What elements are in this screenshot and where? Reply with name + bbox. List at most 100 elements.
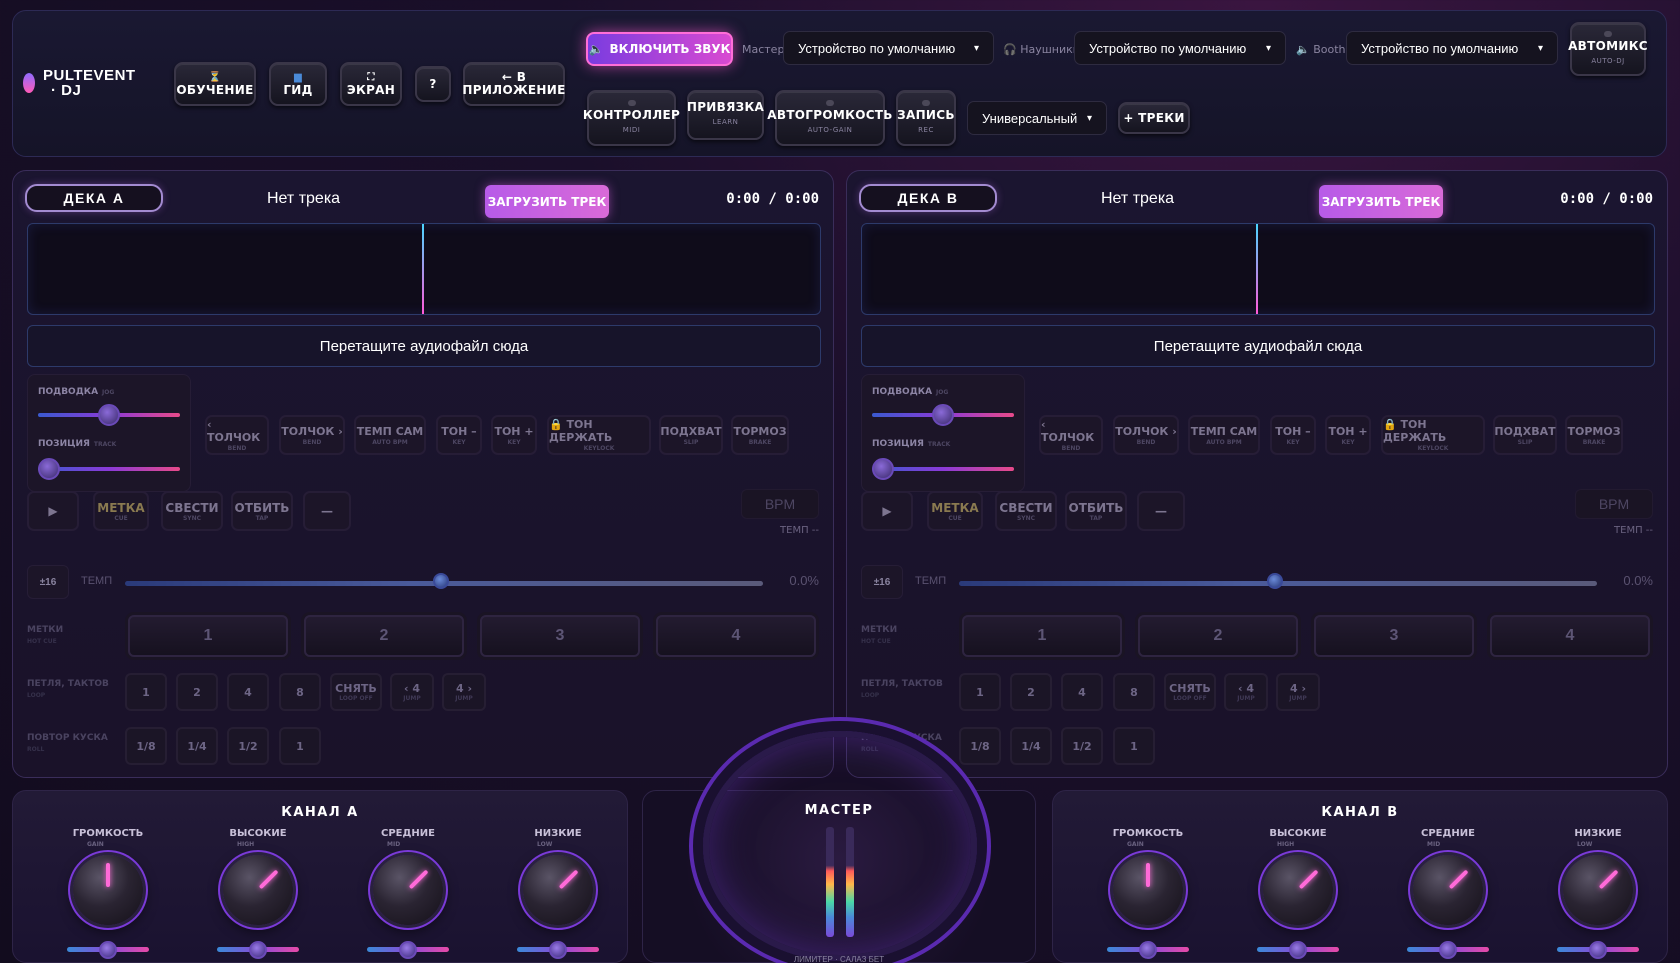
tempo-handle[interactable] [1267,573,1283,589]
high-eq-knob[interactable] [1263,855,1333,925]
brake-button[interactable]: ТОРМОЗ BRAKE [1565,415,1623,455]
roll-1-4[interactable]: 1/4 [1010,727,1052,765]
tap-button[interactable]: ОТБИТЬ TAP [1065,491,1127,531]
load-track-button[interactable]: ЗАГРУЗИТЬ ТРЕК [485,185,609,218]
mid-slider-handle[interactable] [399,941,417,959]
roll-1[interactable]: 1 [279,727,321,765]
loop-off-button[interactable]: СНЯТЬ LOOP OFF [1164,673,1216,711]
jump-forward-button[interactable]: 4 › JUMP [442,673,486,711]
sync-button[interactable]: СВЕСТИ SYNC [995,491,1057,531]
roll-1[interactable]: 1 [1113,727,1155,765]
hotcue-4[interactable]: 4 [1490,615,1650,657]
jump-back-button[interactable]: ‹ 4 JUMP [1224,673,1268,711]
jump-forward-button[interactable]: 4 › JUMP [1276,673,1320,711]
headphones-device-select[interactable]: Устройство по умолчанию ▾ [1074,31,1286,65]
jog-slider[interactable] [38,404,180,426]
gain-slider-handle[interactable] [99,941,117,959]
loop-1[interactable]: 1 [959,673,1001,711]
jog-slider[interactable] [872,404,1014,426]
hotcue-4[interactable]: 4 [656,615,816,657]
empty-slot-button[interactable]: — [303,491,351,531]
midi-learn-button[interactable]: ПРИВЯЗКА LEARN [687,90,764,140]
jump-back-button[interactable]: ‹ 4 JUMP [390,673,434,711]
guide-button[interactable]: ▆ ГИД [269,62,327,106]
gain-slider-handle[interactable] [1139,941,1157,959]
hotcue-3[interactable]: 3 [480,615,640,657]
mid-eq-knob[interactable] [1413,855,1483,925]
play-button[interactable]: ▶ [861,491,913,531]
position-handle[interactable] [38,458,60,480]
booth-device-select[interactable]: Устройство по умолчанию ▾ [1346,31,1558,65]
bend-up-button[interactable]: ТОЛЧОК › BEND [1113,415,1179,455]
bend-up-button[interactable]: ТОЛЧОК › BEND [279,415,345,455]
hotcue-2[interactable]: 2 [1138,615,1298,657]
tempo-range-button[interactable]: ±16 [861,565,903,599]
master-device-select[interactable]: Устройство по умолчанию ▾ [783,31,994,65]
controller-mapping-select[interactable]: Универсальный ▾ [967,101,1107,135]
hotcue-1[interactable]: 1 [962,615,1122,657]
enable-sound-button[interactable]: 🔈 ВКЛЮЧИТЬ ЗВУК [586,32,733,66]
controller-button[interactable]: КОНТРОЛЛЕР MIDI [583,90,680,146]
position-slider[interactable] [38,458,180,480]
play-button[interactable]: ▶ [27,491,79,531]
automix-button[interactable]: АВТОМИКС AUTO-DJ [1568,22,1648,76]
loop-2[interactable]: 2 [1010,673,1052,711]
fullscreen-button[interactable]: ⛶ ЭКРАН [340,62,402,106]
key-down-button[interactable]: ТОН – KEY [436,415,482,455]
bend-down-button[interactable]: ‹ ТОЛЧОК BEND [205,415,269,455]
loop-8[interactable]: 8 [279,673,321,711]
loop-4[interactable]: 4 [1061,673,1103,711]
key-up-button[interactable]: ТОН + KEY [491,415,537,455]
high-slider-handle[interactable] [249,941,267,959]
tempo-range-button[interactable]: ±16 [27,565,69,599]
loop-2[interactable]: 2 [176,673,218,711]
auto-bpm-button[interactable]: ТЕМП САМ AUTO BPM [354,415,426,455]
tap-button[interactable]: ОТБИТЬ TAP [231,491,293,531]
add-tracks-button[interactable]: + ТРЕКИ [1118,102,1190,134]
tutorial-button[interactable]: ⏳ ОБУЧЕНИЕ [174,62,256,106]
brake-button[interactable]: ТОРМОЗ BRAKE [731,415,789,455]
gain-knob[interactable] [1113,855,1183,925]
auto-bpm-button[interactable]: ТЕМП САМ AUTO BPM [1188,415,1260,455]
low-slider-handle[interactable] [549,941,567,959]
loop-4[interactable]: 4 [227,673,269,711]
gain-knob[interactable] [73,855,143,925]
roll-1-4[interactable]: 1/4 [176,727,218,765]
key-down-button[interactable]: ТОН – KEY [1270,415,1316,455]
slip-button[interactable]: ПОДХВАТ SLIP [659,415,723,455]
roll-1-2[interactable]: 1/2 [227,727,269,765]
roll-1-2[interactable]: 1/2 [1061,727,1103,765]
waveform[interactable] [27,223,821,315]
drop-zone[interactable]: Перетащите аудиофайл сюда [861,325,1655,367]
position-handle[interactable] [872,458,894,480]
cue-button[interactable]: МЕТКА CUE [927,491,983,531]
bend-down-button[interactable]: ‹ ТОЛЧОК BEND [1039,415,1103,455]
tempo-handle[interactable] [433,573,449,589]
low-eq-knob[interactable] [523,855,593,925]
jog-handle[interactable] [932,404,954,426]
keylock-button[interactable]: 🔒 ТОН ДЕРЖАТЬ KEYLOCK [1381,415,1485,455]
drop-zone[interactable]: Перетащите аудиофайл сюда [27,325,821,367]
roll-1-8[interactable]: 1/8 [125,727,167,765]
jog-handle[interactable] [98,404,120,426]
low-slider-handle[interactable] [1589,941,1607,959]
loop-1[interactable]: 1 [125,673,167,711]
position-slider[interactable] [872,458,1014,480]
waveform[interactable] [861,223,1655,315]
hotcue-1[interactable]: 1 [128,615,288,657]
loop-off-button[interactable]: СНЯТЬ LOOP OFF [330,673,382,711]
auto-gain-button[interactable]: АВТОГРОМКОСТЬ AUTO-GAIN [767,90,892,146]
loop-8[interactable]: 8 [1113,673,1155,711]
back-to-app-button[interactable]: ← В ПРИЛОЖЕНИЕ [462,62,565,106]
mid-eq-knob[interactable] [373,855,443,925]
load-track-button[interactable]: ЗАГРУЗИТЬ ТРЕК [1319,185,1443,218]
record-button[interactable]: ЗАПИСЬ REC [896,90,956,146]
key-up-button[interactable]: ТОН + KEY [1325,415,1371,455]
high-slider-handle[interactable] [1289,941,1307,959]
sync-button[interactable]: СВЕСТИ SYNC [161,491,223,531]
roll-1-8[interactable]: 1/8 [959,727,1001,765]
empty-slot-button[interactable]: — [1137,491,1185,531]
keylock-button[interactable]: 🔒 ТОН ДЕРЖАТЬ KEYLOCK [547,415,651,455]
hotcue-2[interactable]: 2 [304,615,464,657]
low-eq-knob[interactable] [1563,855,1633,925]
